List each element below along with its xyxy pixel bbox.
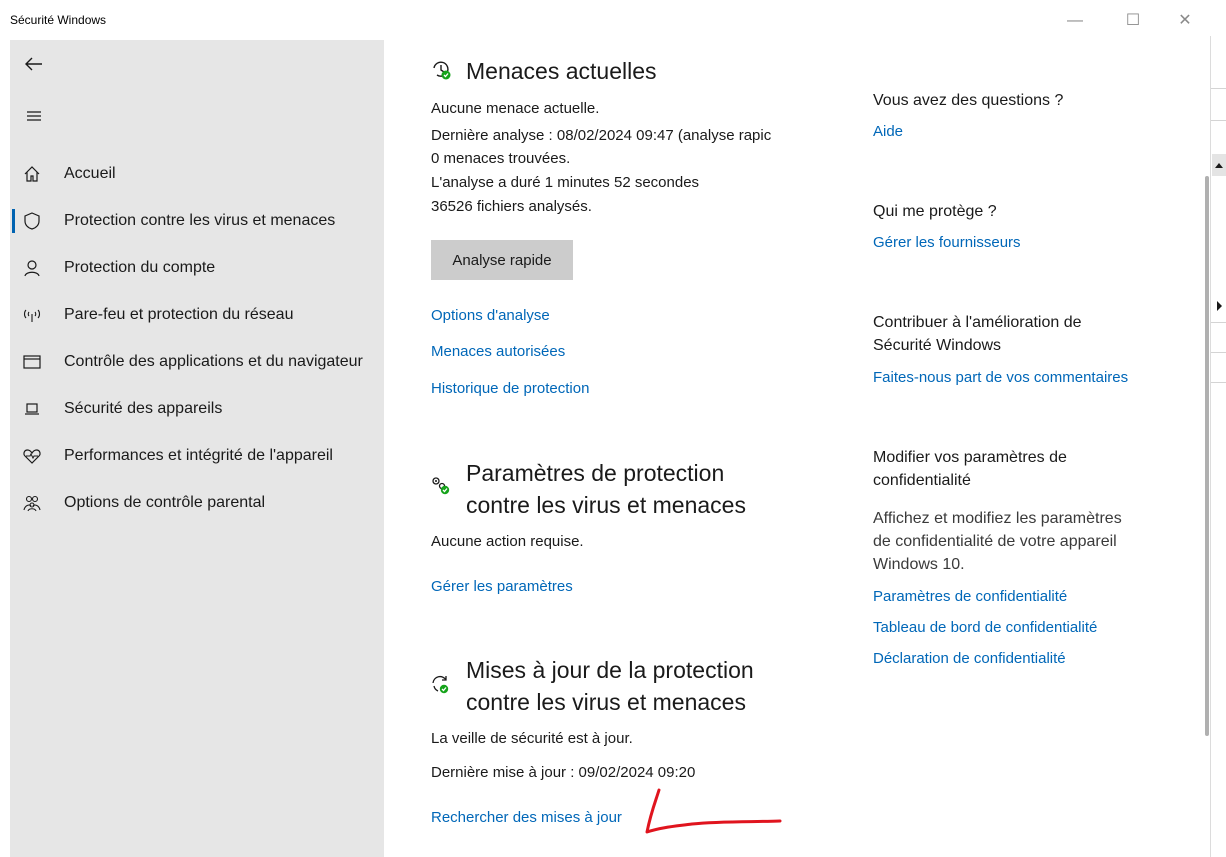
- privacy-heading-line1: Modifier vos paramètres de: [873, 449, 1067, 466]
- sidebar-item-accueil[interactable]: Accueil: [10, 154, 384, 194]
- back-button[interactable]: [20, 50, 48, 78]
- refresh-check-icon: [429, 672, 453, 696]
- scan-options-link[interactable]: Options d'analyse: [431, 305, 550, 326]
- threats-title: Menaces actuelles: [466, 58, 657, 84]
- sidebar-item-label: Sécurité des appareils: [64, 400, 223, 417]
- threats-found-text: 0 menaces trouvées.: [431, 150, 571, 167]
- updates-title-line1: Mises à jour de la protection: [466, 657, 754, 683]
- sidebar-item-label: Performances et intégrité de l'appareil: [64, 447, 333, 464]
- edge-scroll-up-button: [1212, 154, 1226, 176]
- help-link[interactable]: Aide: [873, 121, 903, 142]
- sidebar-item-label: Protection du compte: [64, 259, 216, 276]
- minimize-button[interactable]: —: [1060, 8, 1090, 34]
- quick-scan-button[interactable]: Analyse rapide: [431, 240, 573, 280]
- updates-title-line2: contre les virus et menaces: [466, 689, 746, 715]
- sidebar-item-label: Options de contrôle parental: [64, 494, 266, 511]
- edge-divider: [1211, 120, 1226, 121]
- scrollbar-thumb[interactable]: [1205, 176, 1209, 736]
- scan-duration-text: L'analyse a duré 1 minutes 52 secondes: [431, 174, 700, 191]
- contribute-heading-line2: Sécurité Windows: [873, 337, 1002, 354]
- sidebar-item-label: Protection contre les virus et menaces: [64, 212, 336, 229]
- family-icon: [21, 492, 43, 514]
- manage-settings-link[interactable]: Gérer les paramètres: [431, 576, 573, 597]
- menu-button[interactable]: [20, 102, 48, 130]
- person-icon: [21, 257, 43, 279]
- sidebar-item-app-browser-control[interactable]: Contrôle des applications et du navigate…: [10, 342, 384, 382]
- browser-window-icon: [21, 351, 43, 373]
- privacy-heading-line2: confidentialité: [873, 472, 971, 489]
- sidebar-item-device-performance[interactable]: Performances et intégrité de l'appareil: [10, 436, 384, 476]
- privacy-text-line3: Windows 10.: [873, 556, 965, 573]
- right-panel: Vous avez des questions ? Aide Qui me pr…: [873, 40, 1193, 857]
- privacy-text-line2: de confidentialité de votre appareil: [873, 533, 1117, 550]
- protection-history-link[interactable]: Historique de protection: [431, 378, 589, 399]
- files-scanned-text: 36526 fichiers analysés.: [431, 198, 592, 215]
- gears-check-icon: [429, 474, 453, 498]
- privacy-statement-link[interactable]: Déclaration de confidentialité: [873, 648, 1066, 669]
- laptop-icon: [21, 398, 43, 420]
- wifi-antenna-icon: [21, 304, 43, 326]
- home-icon: [21, 163, 43, 185]
- maximize-button[interactable]: ☐: [1118, 8, 1148, 34]
- settings-status: Aucune action requise.: [431, 533, 584, 550]
- questions-heading: Vous avez des questions ?: [873, 92, 1064, 109]
- threats-status: Aucune menace actuelle.: [431, 100, 600, 117]
- sidebar-item-label: Contrôle des applications et du navigate…: [64, 353, 363, 370]
- triangle-up-icon: [1215, 163, 1223, 168]
- edge-divider: [1211, 382, 1226, 383]
- sidebar-item-account-protection[interactable]: Protection du compte: [10, 248, 384, 288]
- edge-divider: [1211, 322, 1226, 323]
- sidebar-item-device-security[interactable]: Sécurité des appareils: [10, 389, 384, 429]
- privacy-dashboard-link[interactable]: Tableau de bord de confidentialité: [873, 617, 1097, 638]
- updates-status: La veille de sécurité est à jour.: [431, 730, 633, 747]
- back-arrow-icon: [25, 57, 42, 71]
- red-arrow-annotation: [640, 786, 790, 846]
- heart-pulse-icon: [21, 445, 43, 467]
- edge-divider: [1211, 88, 1226, 89]
- sidebar-item-virus-protection[interactable]: Protection contre les virus et menaces: [10, 201, 384, 241]
- main-content: Menaces actuelles Aucune menace actuelle…: [384, 40, 854, 857]
- sidebar-item-parental-control[interactable]: Options de contrôle parental: [10, 483, 384, 523]
- who-protects-heading: Qui me protège ?: [873, 203, 997, 220]
- last-scan-text: Dernière analyse : 08/02/2024 09:47 (ana…: [431, 127, 772, 144]
- shield-icon: [21, 210, 43, 232]
- check-updates-link[interactable]: Rechercher des mises à jour: [431, 807, 622, 828]
- window-title: Sécurité Windows: [10, 13, 107, 27]
- last-update-text: Dernière mise à jour : 09/02/2024 09:20: [431, 764, 696, 781]
- feedback-link[interactable]: Faites-nous part de vos commentaires: [873, 367, 1128, 388]
- sidebar-item-label: Pare-feu et protection du réseau: [64, 306, 294, 323]
- sidebar-item-firewall[interactable]: Pare-feu et protection du réseau: [10, 295, 384, 335]
- sidebar: Accueil Protection contre les virus et m…: [10, 40, 384, 857]
- hamburger-menu-icon: [27, 111, 41, 121]
- allowed-threats-link[interactable]: Menaces autorisées: [431, 341, 565, 362]
- settings-title-line2: contre les virus et menaces: [466, 492, 746, 518]
- privacy-text-line1: Affichez et modifiez les paramètres: [873, 510, 1122, 527]
- title-bar: Sécurité Windows — ☐ ✕: [0, 0, 1226, 40]
- manage-providers-link[interactable]: Gérer les fournisseurs: [873, 232, 1021, 253]
- edge-divider: [1211, 352, 1226, 353]
- sidebar-item-label: Accueil: [64, 165, 116, 182]
- triangle-right-icon: [1212, 296, 1226, 316]
- close-button[interactable]: ✕: [1170, 8, 1200, 34]
- active-indicator: [12, 209, 15, 233]
- privacy-settings-link[interactable]: Paramètres de confidentialité: [873, 586, 1067, 607]
- clock-shield-icon: [429, 58, 453, 82]
- contribute-heading-line1: Contribuer à l'amélioration de: [873, 314, 1082, 331]
- settings-title-line1: Paramètres de protection: [466, 460, 725, 486]
